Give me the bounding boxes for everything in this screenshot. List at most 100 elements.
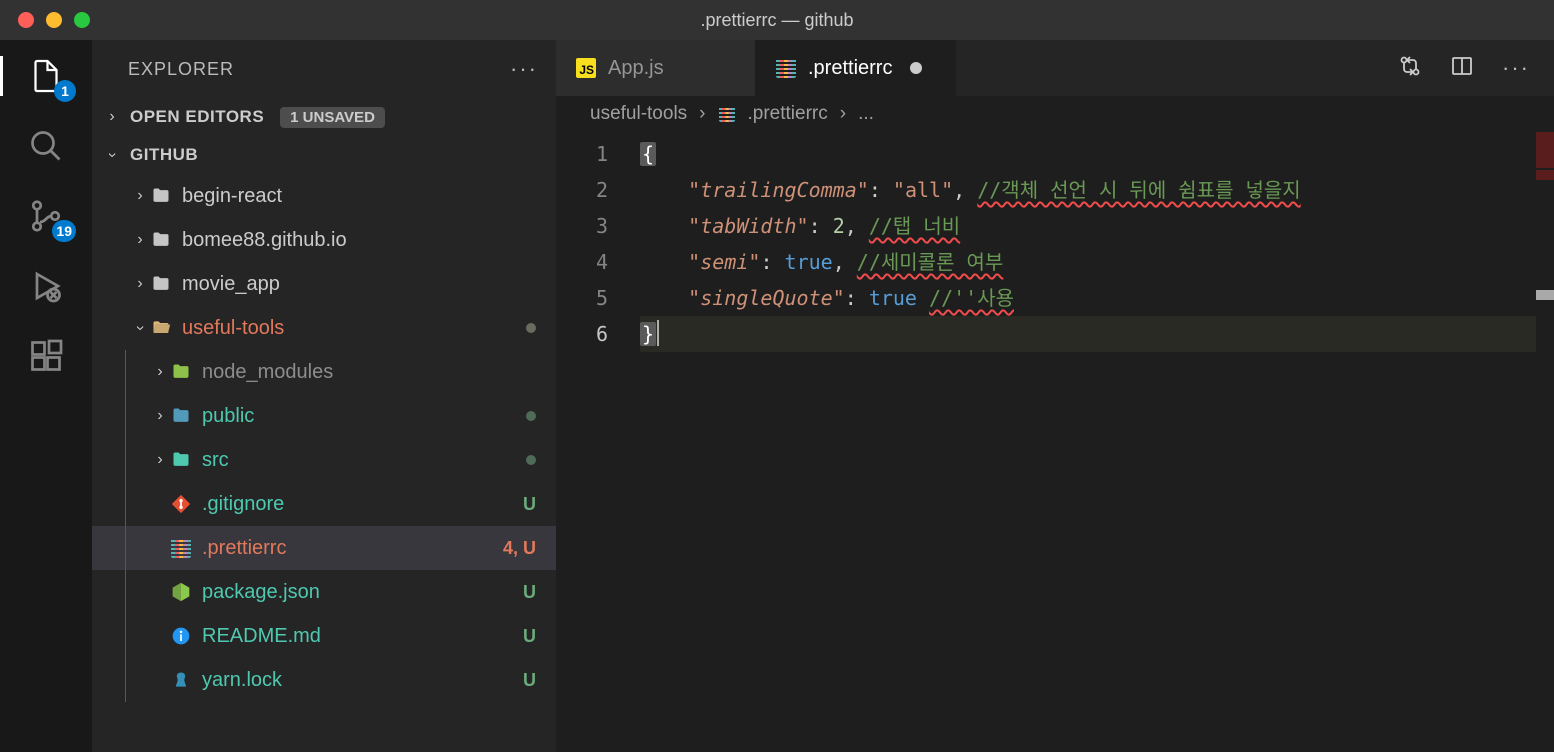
open-editors-section[interactable]: › OPEN EDITORS 1 UNSAVED xyxy=(92,98,556,136)
git-icon xyxy=(170,493,192,515)
compare-changes-icon[interactable] xyxy=(1398,54,1422,83)
tree-label: yarn.lock xyxy=(202,669,523,692)
chevron-down-icon: › xyxy=(131,318,149,338)
code-line: "singleQuote": true //''사용 xyxy=(640,280,1554,316)
line-number: 5 xyxy=(556,280,640,316)
activity-bar: 1 19 xyxy=(0,40,92,752)
minimap-cursor-marker xyxy=(1536,290,1554,300)
tree-folder-public[interactable]: › public xyxy=(92,394,556,438)
modified-dot-icon xyxy=(526,455,536,465)
minimap-error-marker xyxy=(1536,132,1554,168)
workspace-label: GITHUB xyxy=(130,145,198,165)
code-content[interactable]: { "trailingComma": "all", //객체 선언 시 뒤에 쉼… xyxy=(640,132,1554,752)
chevron-right-icon: › xyxy=(699,103,705,125)
js-file-icon: JS xyxy=(576,58,596,78)
tabs-bar: JS App.js .prettierrc ··· xyxy=(556,40,1554,96)
line-number: 3 xyxy=(556,208,640,244)
maximize-window-button[interactable] xyxy=(74,12,90,28)
tree-label: .prettierrc xyxy=(202,537,503,560)
tree-label: movie_app xyxy=(182,273,536,296)
line-number: 1 xyxy=(556,136,640,172)
git-status: U xyxy=(523,494,536,515)
breadcrumb-file[interactable]: .prettierrc xyxy=(748,103,828,125)
line-number: 2 xyxy=(556,172,640,208)
tree-label: package.json xyxy=(202,581,523,604)
tab-prettierrc[interactable]: .prettierrc xyxy=(756,40,956,96)
titlebar: .prettierrc — github xyxy=(0,0,1554,40)
tab-app-js[interactable]: JS App.js xyxy=(556,40,756,96)
breadcrumb-rest[interactable]: ... xyxy=(858,103,874,125)
tree-file-readme[interactable]: README.md U xyxy=(92,614,556,658)
git-status: U xyxy=(523,582,536,603)
sidebar: EXPLORER ··· › OPEN EDITORS 1 UNSAVED › … xyxy=(92,40,556,752)
chevron-right-icon: › xyxy=(130,275,150,293)
line-number: 6 xyxy=(556,316,640,352)
line-gutter: 1 2 3 4 5 6 xyxy=(556,132,640,752)
explorer-badge: 1 xyxy=(54,80,76,102)
minimap-error-marker xyxy=(1536,170,1554,180)
scm-activity-icon[interactable]: 19 xyxy=(26,196,66,236)
window-title: .prettierrc — github xyxy=(700,10,853,31)
tree-label: bomee88.github.io xyxy=(182,229,536,252)
workspace-section[interactable]: › GITHUB xyxy=(92,136,556,174)
tab-label: App.js xyxy=(608,57,664,80)
breadcrumbs[interactable]: useful-tools › .prettierrc › ... xyxy=(556,96,1554,132)
info-icon xyxy=(170,625,192,647)
tree-file-package[interactable]: package.json U xyxy=(92,570,556,614)
chevron-right-icon: › xyxy=(150,363,170,381)
minimap[interactable] xyxy=(1536,132,1554,752)
chevron-right-icon: › xyxy=(150,407,170,425)
prettier-icon xyxy=(170,537,192,559)
extensions-activity-icon[interactable] xyxy=(26,336,66,376)
folder-open-icon xyxy=(150,317,172,339)
text-cursor xyxy=(657,320,659,346)
tree-label: begin-react xyxy=(182,185,536,208)
folder-icon xyxy=(170,405,192,427)
tree-label: src xyxy=(202,449,526,472)
tree-folder-movie[interactable]: › movie_app xyxy=(92,262,556,306)
sidebar-title: EXPLORER xyxy=(128,59,234,80)
tree-folder-node-modules[interactable]: › node_modules xyxy=(92,350,556,394)
folder-icon xyxy=(170,449,192,471)
code-line: } xyxy=(640,316,1554,352)
folder-icon xyxy=(150,273,172,295)
debug-activity-icon[interactable] xyxy=(26,266,66,306)
folder-icon xyxy=(150,185,172,207)
chevron-right-icon: › xyxy=(130,231,150,249)
tree-folder-src[interactable]: › src xyxy=(92,438,556,482)
tree-file-prettierrc[interactable]: .prettierrc 4, U xyxy=(92,526,556,570)
tree-label: public xyxy=(202,405,526,428)
split-editor-icon[interactable] xyxy=(1450,54,1474,83)
more-actions-icon[interactable]: ··· xyxy=(1502,55,1530,81)
folder-icon xyxy=(150,229,172,251)
prettier-icon xyxy=(776,58,796,78)
modified-dot-icon xyxy=(526,411,536,421)
code-line: "trailingComma": "all", //객체 선언 시 뒤에 쉼표를… xyxy=(640,172,1554,208)
close-window-button[interactable] xyxy=(18,12,34,28)
editor-body[interactable]: 1 2 3 4 5 6 { "trailingComma": "all", //… xyxy=(556,132,1554,752)
tree-folder-bomee[interactable]: › bomee88.github.io xyxy=(92,218,556,262)
breadcrumb-folder[interactable]: useful-tools xyxy=(590,103,687,125)
tree-label: README.md xyxy=(202,625,523,648)
code-line: { xyxy=(640,136,1554,172)
folder-icon xyxy=(170,361,192,383)
tree-folder-begin-react[interactable]: › begin-react xyxy=(92,174,556,218)
chevron-down-icon: › xyxy=(103,145,121,165)
file-tree: › begin-react › bomee88.github.io › movi… xyxy=(92,174,556,752)
chevron-right-icon: › xyxy=(130,187,150,205)
minimize-window-button[interactable] xyxy=(46,12,62,28)
git-status: U xyxy=(523,626,536,647)
search-activity-icon[interactable] xyxy=(26,126,66,166)
explorer-activity-icon[interactable]: 1 xyxy=(26,56,66,96)
sidebar-more-icon[interactable]: ··· xyxy=(510,56,538,82)
code-line: "tabWidth": 2, //탭 너비 xyxy=(640,208,1554,244)
tree-file-gitignore[interactable]: .gitignore U xyxy=(92,482,556,526)
tree-label: node_modules xyxy=(202,361,536,384)
chevron-right-icon: › xyxy=(150,451,170,469)
unsaved-badge: 1 UNSAVED xyxy=(280,107,385,128)
scm-badge: 19 xyxy=(52,220,76,242)
tree-folder-useful-tools[interactable]: › useful-tools xyxy=(92,306,556,350)
tree-file-yarn[interactable]: yarn.lock U xyxy=(92,658,556,702)
open-editors-label: OPEN EDITORS xyxy=(130,107,264,127)
dirty-indicator-icon xyxy=(910,62,922,74)
